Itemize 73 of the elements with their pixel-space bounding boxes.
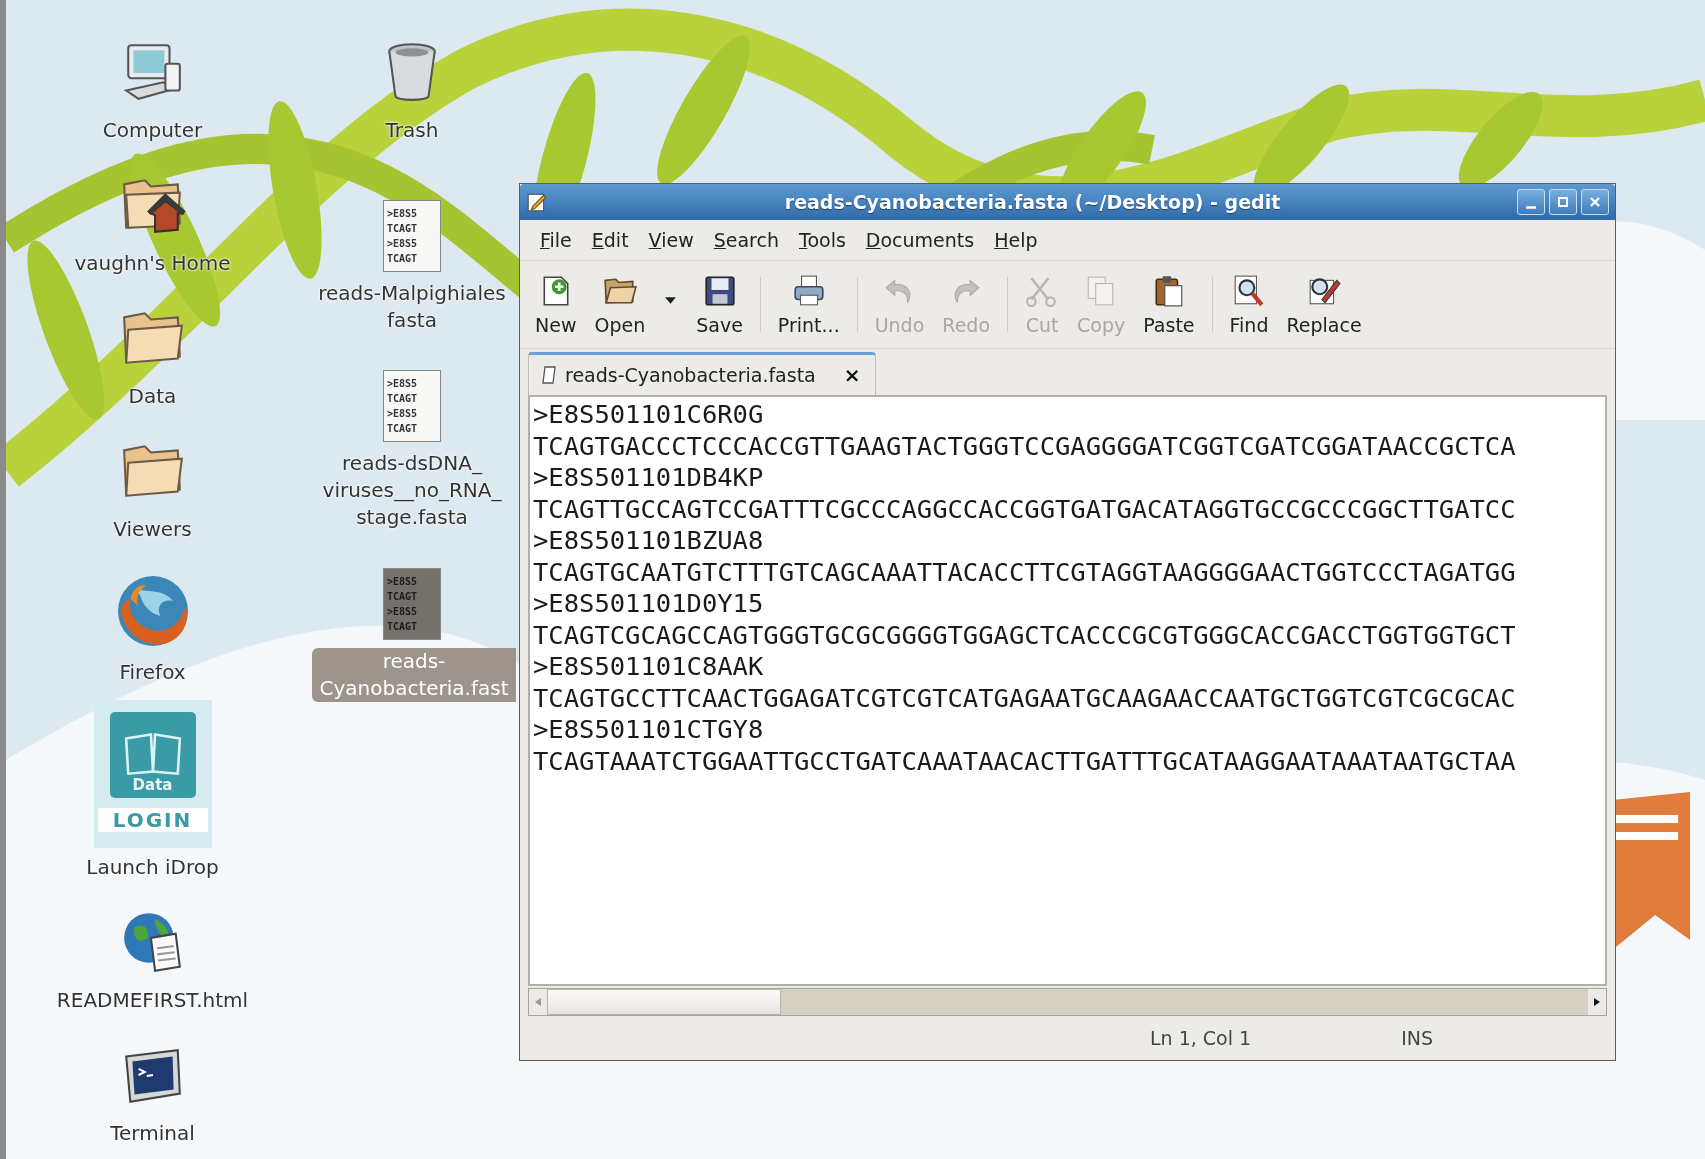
file-preview-text: >E8S5 xyxy=(387,237,419,251)
file-preview-text: TCAGT xyxy=(387,620,419,634)
file-preview-text: TCAGT xyxy=(387,252,419,266)
caret-icon xyxy=(664,296,678,305)
menu-item[interactable]: Search xyxy=(703,229,789,251)
cursor-position: Ln 1, Col 1 xyxy=(1150,1027,1252,1049)
desktop-item-label[interactable]: Data xyxy=(124,383,181,410)
menu-item[interactable]: File xyxy=(530,229,582,251)
tile-label: Data xyxy=(132,776,173,794)
menu-item[interactable]: Help xyxy=(984,229,1048,251)
desktop-item-label[interactable]: Terminal xyxy=(106,1120,199,1147)
desktop-item-label[interactable]: Computer xyxy=(98,117,207,144)
menu-item[interactable]: View xyxy=(638,229,704,251)
desktop-item-label[interactable]: Viewers xyxy=(109,516,196,543)
close-button[interactable] xyxy=(1581,189,1609,215)
scrollbar-thumb[interactable] xyxy=(547,989,781,1015)
window-title: reads-Cyanobacteria.fasta (~/Desktop) - gedit xyxy=(783,191,1282,213)
editor-line: >E8S501101DB4KP xyxy=(533,462,765,494)
desktop-item-label[interactable]: reads-Malpighiales fasta xyxy=(314,280,510,334)
maximize-button[interactable] xyxy=(1549,189,1577,215)
menu-item[interactable]: Documents xyxy=(855,229,985,251)
toolbar-button[interactable]: Find xyxy=(1220,265,1278,344)
scroll-right-icon[interactable] xyxy=(1593,997,1601,1007)
editor-line: >E8S501101C8AAK xyxy=(533,651,765,683)
editor-line: >E8S501101C6R0G xyxy=(533,399,765,431)
close-icon xyxy=(1588,195,1602,209)
file-preview-text: >E8S5 xyxy=(387,207,419,221)
insert-mode: INS xyxy=(1401,1027,1434,1049)
tab-label: reads-Cyanobacteria.fasta xyxy=(565,364,816,386)
printer-icon xyxy=(791,273,826,308)
horizontal-scrollbar[interactable] xyxy=(528,988,1607,1016)
desktop-item-label[interactable]: READMEFIRST.html xyxy=(52,987,253,1014)
search-icon xyxy=(1232,273,1266,308)
desktop-item-label[interactable]: vaughn's Home xyxy=(70,250,235,277)
editor-line: >E8S501101BZUA8 xyxy=(533,525,765,557)
text-file-icon[interactable]: >E8S5 TCAGT >E8S5 TCAGT xyxy=(383,200,441,272)
toolbar-button[interactable]: New xyxy=(526,265,586,344)
menu-item[interactable]: Edit xyxy=(581,229,639,251)
editor-line: >E8S501101CTGY8 xyxy=(533,714,765,746)
file-preview-text: >E8S5 xyxy=(387,605,419,619)
editor-line: >E8S501101D0Y15 xyxy=(533,588,765,620)
close-tab-button[interactable]: × xyxy=(841,363,863,387)
maximize-icon xyxy=(1556,195,1570,209)
login-text: LOGIN xyxy=(97,808,208,832)
editor-line: TCAGTGACCCTCCCACCGTTGAAGTACTGGGTCCGAGGGGATCGGTCGATCGGATAACCGCTCA xyxy=(533,430,1517,462)
desktop-item-label[interactable]: Launch iDrop xyxy=(82,854,223,881)
editor-line: TCAGTCGCAGCCAGTGGGTGCGCGGGGTGGAGCTCACCCGCGTGGGCACCGACCTGGTGGTGCT xyxy=(533,619,1517,651)
pencil-document-icon xyxy=(526,191,548,213)
text-editor[interactable] xyxy=(528,395,1607,986)
file-preview-text: >E8S5 xyxy=(387,407,419,421)
toolbar-button[interactable]: Open xyxy=(585,265,655,344)
toolbar-button[interactable]: Paste xyxy=(1134,265,1204,344)
editor-line: TCAGTAAATCTGGAATTGCCTGATCAAATAACACTTGATTTGCATAAGGAATAAATAATGCTAA xyxy=(533,745,1517,777)
toolbar-button[interactable]: Save xyxy=(687,265,752,344)
toolbar-button[interactable]: Print... xyxy=(768,265,849,344)
desktop-item-label[interactable]: reads-dsDNA_ viruses__no_RNA_ stage.fasta xyxy=(318,450,506,531)
toolbar-button[interactable]: Replace xyxy=(1277,265,1371,344)
file-preview-text: TCAGT xyxy=(387,422,419,436)
menu-item[interactable]: Tools xyxy=(789,229,856,251)
minimize-button[interactable] xyxy=(1517,189,1545,215)
desktop-item-label[interactable]: Firefox xyxy=(115,659,190,686)
editor-line: TCAGTGCCTTCAACTGGAGATCGTCGTCATGAGAATGCAAGAACCAATGCTGGTCGTCGCGCAC xyxy=(533,682,1517,714)
editor-line: TCAGTTGCCAGTCCGATTTCGCCCAGGCCACCGGTGATGACATAGGTGCCGCCCGGCTTGATCC xyxy=(533,493,1517,525)
file-preview-text: >E8S5 xyxy=(387,575,419,589)
file-preview-text: TCAGT xyxy=(387,392,419,406)
text-file-icon[interactable]: >E8S5 TCAGT >E8S5 TCAGT xyxy=(383,370,441,442)
file-preview-text: TCAGT xyxy=(387,590,419,604)
editor-line: TCAGTGCAATGTCTTTGTCAGCAAATTACACCTTCGTAGGTAAGGGGAACTGGTCCCTAGATGG xyxy=(533,556,1517,588)
document-icon xyxy=(541,365,557,385)
document-tab[interactable]: reads-Cyanobacteria.fasta × xyxy=(528,352,876,395)
file-preview-text: TCAGT xyxy=(387,222,419,236)
file-preview-text: >E8S5 xyxy=(387,377,419,391)
minimize-icon xyxy=(1526,205,1536,209)
